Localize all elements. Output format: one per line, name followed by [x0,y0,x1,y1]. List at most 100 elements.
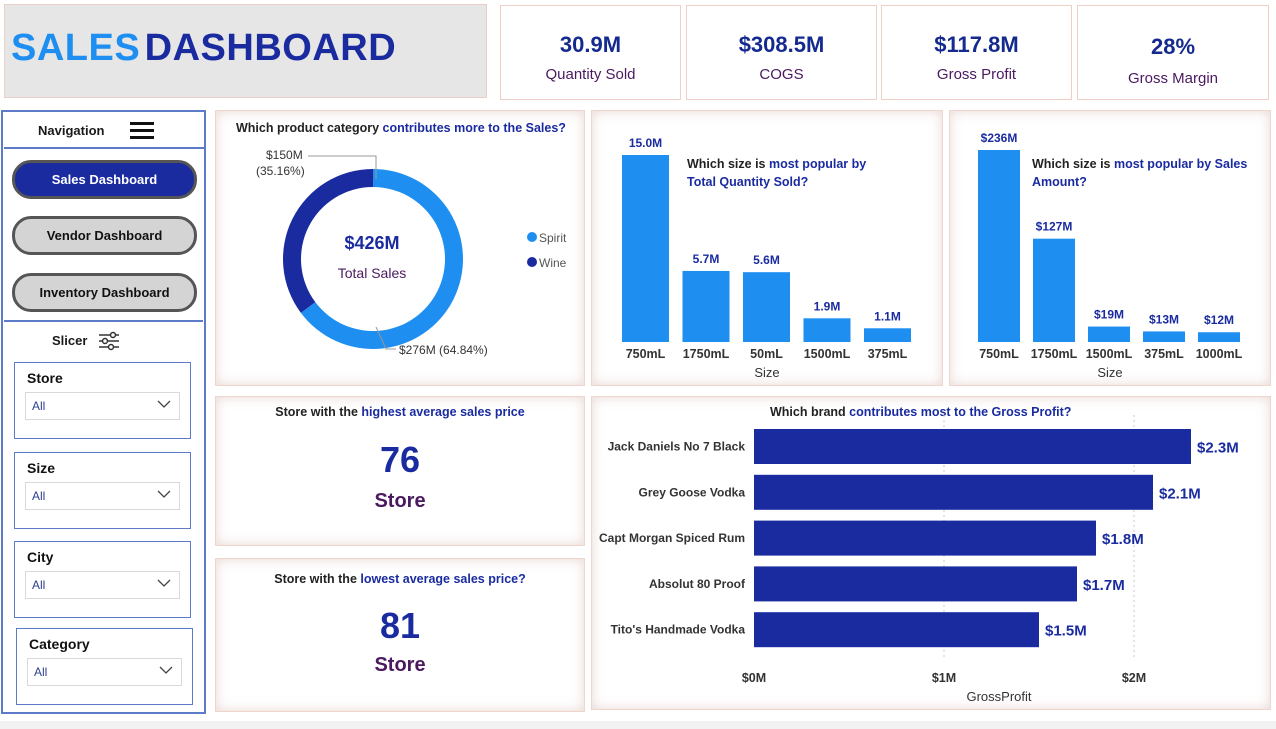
page-title-part1: SALES [11,27,141,69]
bar[interactable] [754,520,1096,556]
data-label: $1.5M [1045,623,1087,640]
bottom-divider [0,721,1276,729]
data-label: 1.1M [874,309,901,323]
chevron-down-icon [157,579,171,587]
chevron-down-icon [157,490,171,498]
bar[interactable] [978,150,1020,342]
legend-label-wine: Wine [539,256,567,270]
inventory-dashboard-button[interactable]: Inventory Dashboard [12,273,197,312]
sales-dashboard-button[interactable]: Sales Dashboard [12,160,197,199]
x-tick-label: $2M [1122,671,1146,685]
kpi-label: Gross Profit [936,66,1017,83]
bar[interactable] [1033,238,1075,342]
lowest-store-label: Store [374,654,426,676]
donut-center-label: Total Sales [338,265,406,281]
dropdown-value: All [32,578,46,592]
bar[interactable] [1198,332,1240,342]
data-label: $127M [1036,220,1073,234]
vendor-dashboard-button[interactable]: Vendor Dashboard [12,216,197,255]
size-slicer: Size All [14,452,191,529]
bar[interactable] [754,566,1077,602]
bar[interactable] [1088,326,1130,342]
data-label: 5.7M [693,252,720,266]
data-label: $19M [1094,308,1124,322]
kpi-label: Quantity Sold [545,66,636,83]
bar[interactable] [754,429,1191,464]
title-text: Store with the [275,405,362,419]
brand-gross-profit-card: Which brand contributes most to the Gros… [591,396,1271,710]
y-tick-label: Jack Daniels No 7 Black [608,440,746,454]
bar[interactable] [1143,331,1185,342]
data-label: $236M [981,131,1018,145]
nav-buttons-group: Sales Dashboard Vendor Dashboard Invento… [4,150,203,322]
y-tick-label: Capt Morgan Spiced Rum [599,531,745,545]
slicer-title: Store [27,370,63,386]
page-title: SALES DASHBOARD [11,27,396,70]
kpi-quantity-sold: 30.9M Quantity Sold [500,5,681,100]
bar[interactable] [864,328,911,342]
kpi-label: COGS [759,66,804,83]
kpi-value: 30.9M [559,32,622,57]
page-title-part2: DASHBOARD [144,27,397,69]
size-sales-card: Which size is most popular by Sales Amou… [949,110,1271,386]
x-tick-label: 1000mL [1196,347,1243,361]
card-title: Store with the lowest average sales pric… [216,572,584,586]
city-dropdown[interactable]: All [25,571,180,599]
category-dropdown[interactable]: All [27,658,182,686]
size-dropdown[interactable]: All [25,482,180,510]
data-label: $2.3M [1197,440,1239,457]
card-title: Store with the highest average sales pri… [216,405,584,419]
kpi-value: 28% [1150,34,1196,59]
x-tick-label: 750mL [979,347,1019,361]
kpi-value: $117.8M [934,32,1019,57]
slicer-label: Slicer [52,333,88,348]
store-slicer: Store All [14,362,191,439]
data-label: $12M [1204,313,1234,327]
navigation-header: Navigation [4,113,204,149]
donut-center-value: $426M [344,233,399,253]
dropdown-value: All [32,399,46,413]
store-dropdown[interactable]: All [25,392,180,420]
x-axis-title: GrossProfit [966,689,1031,704]
highest-store-card: Store with the highest average sales pri… [215,396,585,546]
slicer-title: City [27,549,54,565]
city-slicer: City All [14,541,191,618]
dropdown-value: All [32,489,46,503]
wine-pct-label: (35.16%) [256,164,305,178]
kpi-gross-profit: $117.8M Gross Profit [881,5,1072,100]
x-tick-label: 50mL [750,347,783,361]
bar[interactable] [743,272,790,342]
bar[interactable] [803,318,851,342]
wine-value-label: $150M [266,148,303,162]
bar[interactable] [682,270,730,342]
bar[interactable] [754,474,1153,510]
size-quantity-card: Which size is most popular by Total Quan… [591,110,943,386]
hamburger-menu-icon[interactable] [130,122,154,140]
bar[interactable] [622,155,669,342]
title-highlight: highest average sales price [361,405,525,419]
data-label: $13M [1149,312,1179,326]
dropdown-value: All [34,665,48,679]
kpi-gross-margin: 28% Gross Margin [1077,5,1269,100]
data-label: 15.0M [629,136,662,150]
lowest-store-card: Store with the lowest average sales pric… [215,558,585,712]
size-quantity-bar-chart: Size 15.0M 750mL 5.7M 1750mL 5.6M 50mL 1.9M 150… [622,136,911,380]
spirit-data-label: $276M (64.84%) [399,343,488,357]
data-label: $1.8M [1102,531,1144,548]
title-text: Store with the [274,572,361,586]
legend-marker-wine [527,257,537,267]
x-tick-label: 1500mL [804,347,851,361]
category-donut-chart: $426M Total Sales $150M (35.16%) $276M (… [256,148,567,357]
kpi-label: Gross Margin [1127,70,1219,87]
category-sales-card: Which product category contributes more … [215,110,585,386]
y-tick-label: Tito's Handmade Vodka [611,623,746,637]
x-tick-label: $0M [742,671,766,685]
y-tick-label: Grey Goose Vodka [639,485,746,499]
x-tick-label: 1750mL [1031,347,1078,361]
slicer-title: Size [27,460,56,476]
data-label: $2.1M [1159,485,1201,502]
bar[interactable] [754,612,1039,648]
x-axis-title: Size [1097,365,1122,380]
highest-store-value: 76 [379,439,421,480]
x-tick-label: $1M [932,671,956,685]
